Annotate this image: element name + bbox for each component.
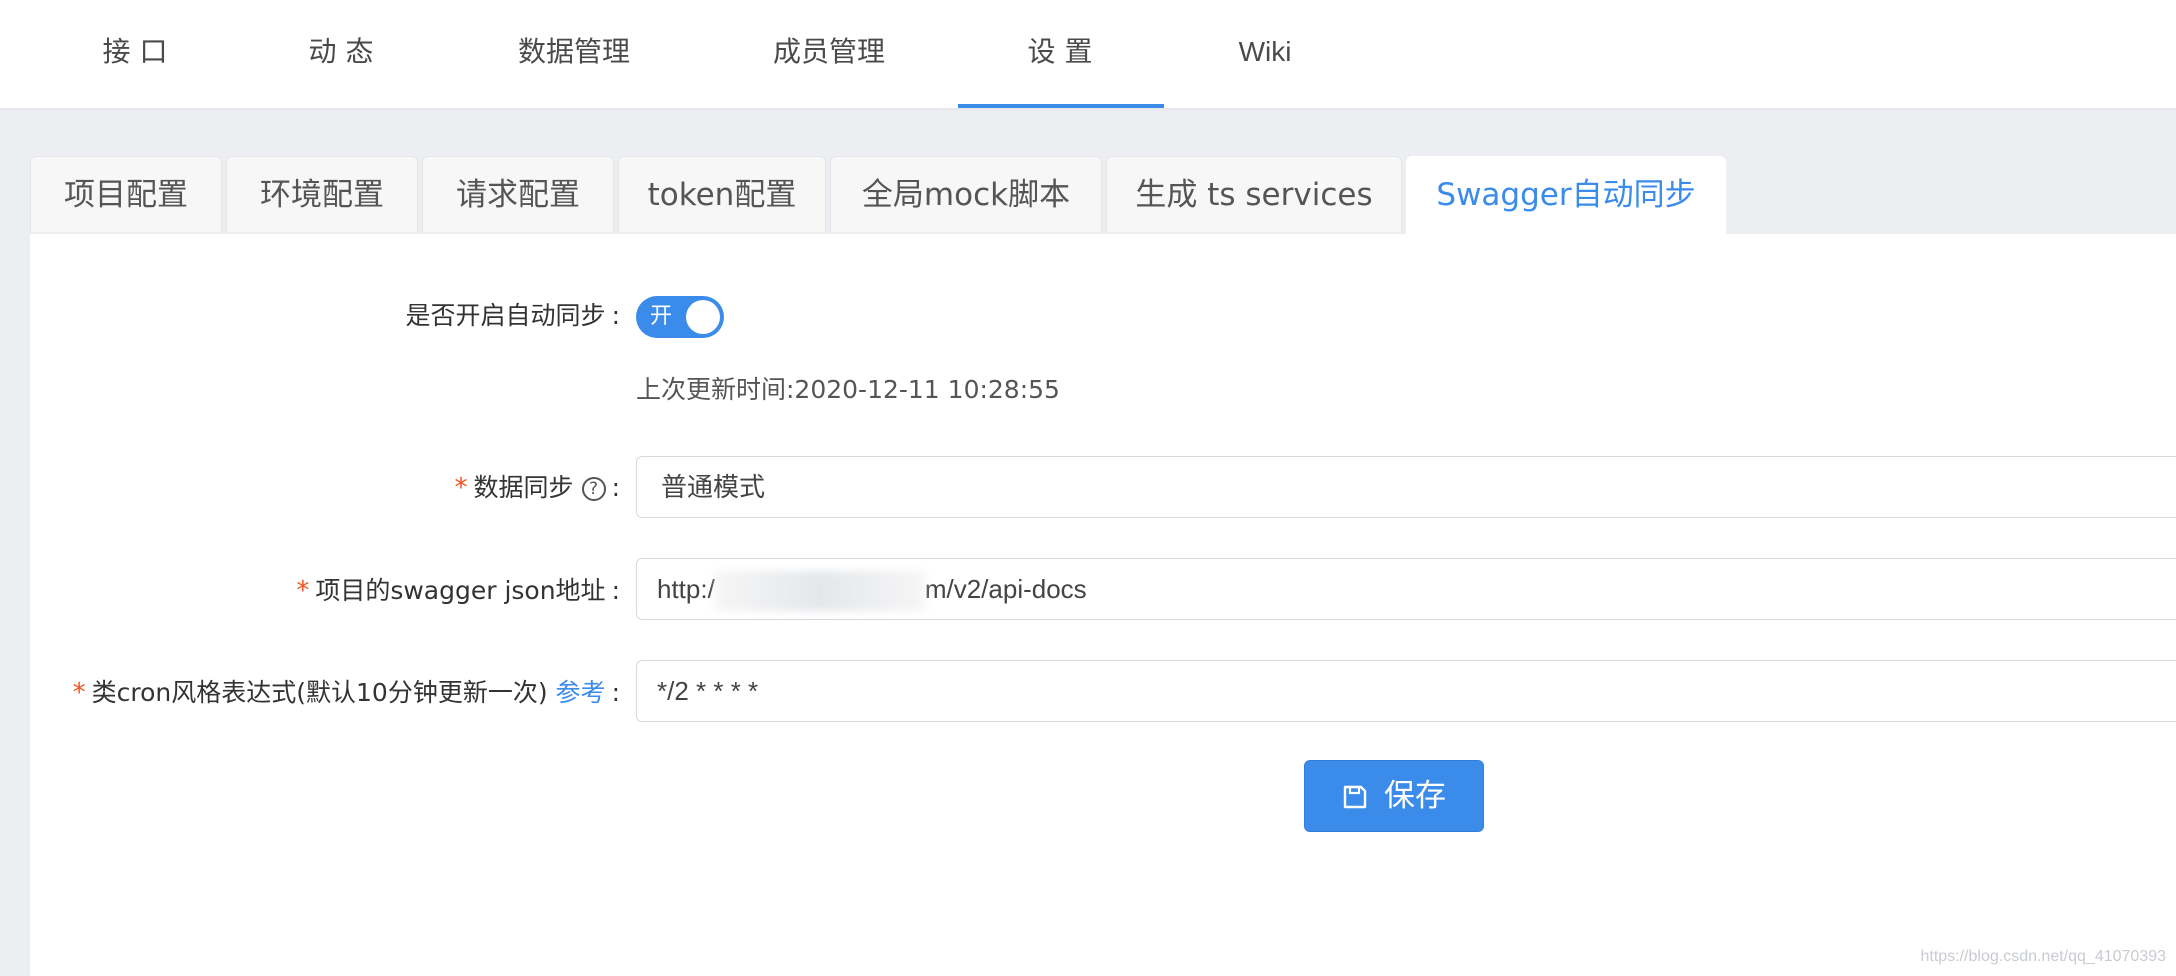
tab-token-config[interactable]: token配置 — [618, 156, 826, 232]
question-circle-icon[interactable]: ? — [581, 477, 606, 501]
redacted-blur — [714, 571, 925, 612]
swagger-url-suffix: m/v2/api-docs — [924, 574, 1087, 604]
required-mark: * — [296, 576, 310, 606]
active-nav-indicator — [958, 104, 1164, 108]
colon: : — [611, 576, 620, 605]
colon: : — [611, 473, 620, 502]
cron-label-text: 类cron风格表达式(默认10分钟更新一次) — [91, 678, 548, 707]
nav-item-activity[interactable]: 动 态 — [305, 0, 377, 108]
data-sync-label: * 数据同步?: — [455, 470, 620, 506]
watermark: https://blog.csdn.net/qq_41070393 — [1920, 948, 2166, 965]
cron-value: */2 * * * * — [657, 676, 759, 706]
colon: : — [611, 678, 620, 707]
tab-request-config[interactable]: 请求配置 — [422, 156, 614, 232]
required-mark: * — [454, 473, 468, 503]
auto-sync-label: 是否开启自动同步: — [406, 298, 620, 334]
swagger-url-input[interactable]: http:/ m/v2/api-docs — [636, 558, 2176, 620]
required-mark: * — [72, 678, 86, 708]
tab-generate-ts-services[interactable]: 生成 ts services — [1106, 156, 1402, 232]
nav-item-data-management[interactable]: 数据管理 — [515, 0, 633, 108]
auto-sync-label-text: 是否开启自动同步 — [405, 301, 606, 330]
tab-global-mock-script[interactable]: 全局mock脚本 — [830, 156, 1102, 232]
nav-item-wiki[interactable]: Wiki — [1232, 0, 1298, 108]
nav-item-settings[interactable]: 设 置 — [1024, 0, 1096, 108]
save-button[interactable]: 保存 — [1304, 760, 1484, 832]
auto-sync-switch[interactable]: 开 — [636, 296, 724, 338]
last-update-time: 上次更新时间:2020-12-11 10:28:55 — [636, 375, 1060, 404]
cron-reference-link[interactable]: 参考 — [556, 678, 606, 707]
nav-item-api[interactable]: 接 口 — [100, 0, 170, 108]
cron-input[interactable]: */2 * * * * — [636, 660, 2176, 722]
switch-on-text: 开 — [650, 304, 673, 329]
swagger-url-prefix: http:/ — [657, 574, 715, 604]
data-sync-label-text: 数据同步 — [473, 473, 574, 502]
switch-knob — [686, 300, 720, 334]
top-navigation: 接 口 动 态 数据管理 成员管理 设 置 Wiki — [0, 0, 2176, 108]
save-button-label: 保存 — [1384, 778, 1446, 814]
colon: : — [611, 301, 620, 330]
nav-item-member-management[interactable]: 成员管理 — [770, 0, 888, 108]
save-icon — [1343, 785, 1367, 809]
data-sync-select[interactable]: 普通模式 — [636, 456, 2176, 518]
cron-label: * 类cron风格表达式(默认10分钟更新一次) 参考: — [73, 675, 620, 711]
tab-project-config[interactable]: 项目配置 — [30, 156, 222, 232]
tab-env-config[interactable]: 环境配置 — [226, 156, 418, 232]
swagger-url-label-text: 项目的swagger json地址 — [315, 576, 606, 605]
swagger-url-label: * 项目的swagger json地址: — [296, 573, 620, 609]
data-sync-selected-value: 普通模式 — [661, 472, 766, 502]
tab-swagger-auto-sync[interactable]: Swagger自动同步 — [1406, 156, 1726, 234]
